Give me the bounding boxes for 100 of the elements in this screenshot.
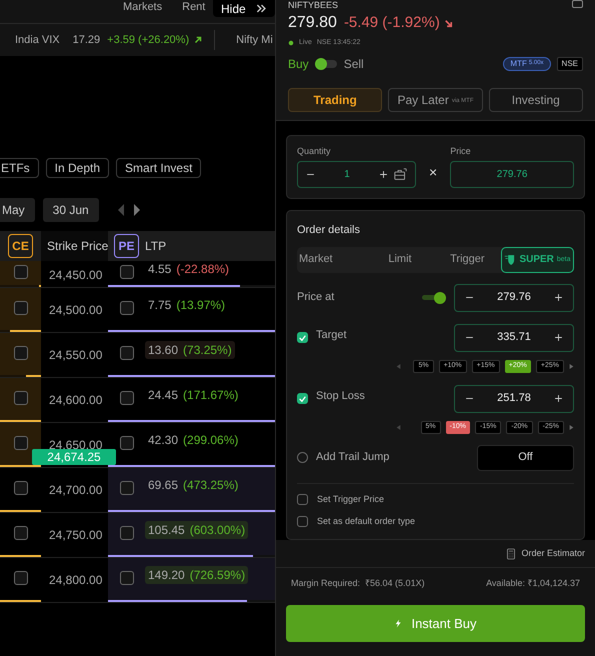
checkbox[interactable]	[14, 265, 28, 279]
ltp-value: 7.75	[148, 297, 172, 314]
multiply-sign: ×	[429, 163, 438, 182]
ltp-change: (473.25%)	[183, 477, 238, 494]
checkbox[interactable]	[14, 436, 28, 450]
left-arrow-icon	[396, 362, 401, 370]
nav-link[interactable]: Markets	[123, 1, 162, 14]
expiry-tab[interactable]: 30 Jun	[42, 198, 99, 222]
checkbox[interactable]	[120, 526, 134, 540]
available-balance: Available: ₹1,04,124.37	[486, 576, 580, 590]
instrument-price: 279.80	[288, 13, 337, 33]
option-label: Set as default order type	[317, 515, 416, 528]
left-arrow-icon	[116, 203, 125, 217]
ltp-change: (603.00%)	[190, 522, 246, 539]
right-arrow-icon	[132, 203, 141, 217]
field-label: Quantity	[297, 144, 332, 158]
ltp-value: 149.20	[148, 567, 185, 584]
ltp-value: 4.55	[148, 261, 172, 278]
filter-chip[interactable]: In Depth	[46, 158, 110, 178]
ltp-change: (73.25%)	[183, 342, 232, 359]
arrow-down-right-icon	[442, 18, 454, 28]
ltp-change: (171.67%)	[183, 387, 238, 404]
checkbox[interactable]	[120, 265, 134, 279]
plus-icon	[554, 333, 563, 342]
ltp-value: 13.60	[148, 342, 178, 359]
plus-icon	[554, 293, 563, 302]
exchange-badge: NSE	[556, 56, 583, 70]
calculator-icon	[506, 548, 516, 560]
trail-jump-field[interactable]: Off	[477, 444, 574, 470]
buy-label[interactable]: Buy	[288, 54, 309, 72]
sell-label[interactable]: Sell	[344, 54, 364, 72]
field-label: Add Trail Jump	[316, 450, 390, 466]
price-stepper[interactable]: 335.71	[454, 324, 574, 352]
checkbox[interactable]	[297, 516, 308, 528]
strike-price: 24,750.00	[49, 528, 102, 542]
ticker-value: 17.29	[72, 32, 100, 48]
checkbox[interactable]	[120, 481, 134, 495]
lightning-icon	[394, 617, 404, 630]
product-tab[interactable]: Trading	[288, 88, 382, 112]
strike-price: 24,450.00	[49, 268, 102, 282]
checkbox[interactable]	[14, 526, 28, 540]
strike-price: 24,600.00	[49, 393, 102, 407]
product-tab[interactable]: Investing	[488, 88, 583, 112]
filter-chip[interactable]: Smart Invest	[116, 158, 202, 178]
check-icon	[298, 394, 307, 404]
checkbox[interactable]	[14, 301, 28, 315]
field-label: Price at	[297, 290, 336, 306]
square-icon[interactable]	[572, 0, 583, 8]
order-type-tab[interactable]: Trigger	[434, 246, 501, 272]
checkbox[interactable]	[14, 346, 28, 360]
left-arrow-icon	[396, 424, 401, 430]
margin-required: Margin Required: ₹56.04 (5.01X)	[291, 576, 425, 590]
checkbox[interactable]	[297, 494, 308, 505]
strike-price: 24,650.00	[49, 438, 102, 452]
price-stepper[interactable]: 251.78	[454, 384, 574, 412]
hide-button[interactable]: Hide	[213, 0, 275, 17]
quantity-field[interactable]: 1	[297, 161, 416, 188]
price-field[interactable]: 279.76	[450, 161, 574, 188]
order-type-tab[interactable]: Market	[297, 246, 366, 272]
call-badge: CE	[8, 234, 33, 258]
strike-price: 24,550.00	[49, 348, 102, 362]
checkbox[interactable]	[14, 391, 28, 405]
estimator-link[interactable]: Order Estimator	[521, 546, 585, 560]
strike-price: 24,700.00	[49, 483, 102, 497]
live-dot-icon	[288, 40, 294, 46]
spot-price-marker: 24,674.25	[32, 449, 116, 465]
expiry-tab[interactable]: May	[0, 198, 35, 222]
checkbox[interactable]	[14, 481, 28, 495]
checkbox[interactable]	[297, 393, 308, 404]
ticker-name: Nifty Mi	[236, 32, 273, 48]
nav-link[interactable]: Rent	[182, 1, 206, 14]
plus-icon	[379, 170, 388, 179]
field-label: Price	[450, 144, 472, 158]
price-change: -5.49 (-1.92%)	[344, 12, 440, 33]
double-chevron-icon	[256, 3, 267, 14]
checkbox[interactable]	[120, 391, 134, 405]
ltp-value: 42.30	[148, 432, 178, 449]
buy-sell-toggle[interactable]	[314, 60, 337, 68]
checkbox[interactable]	[120, 436, 134, 450]
ltp-change: (299.06%)	[183, 432, 238, 449]
briefcase-icon	[394, 168, 407, 181]
checkbox[interactable]	[297, 452, 308, 463]
order-type-tab[interactable]: Limit	[366, 246, 434, 272]
ltp-change: (726.59%)	[190, 567, 246, 584]
column-header: Strike Price	[47, 238, 108, 255]
option-label: Set Trigger Price	[317, 492, 384, 506]
checkbox[interactable]	[120, 571, 134, 585]
strike-price: 24,500.00	[49, 303, 102, 317]
checkbox[interactable]	[297, 332, 308, 343]
right-arrow-icon	[569, 424, 574, 430]
ltp-change: (-22.88%)	[176, 261, 230, 278]
checkbox[interactable]	[14, 571, 28, 585]
checkbox[interactable]	[120, 346, 134, 360]
filter-chip[interactable]: ETFs	[0, 158, 39, 178]
ltp-value: 69.65	[148, 477, 178, 494]
checkbox[interactable]	[120, 301, 134, 315]
ltp-value: 24.45	[148, 387, 178, 404]
check-icon	[298, 332, 307, 342]
price-stepper[interactable]: 279.76	[454, 284, 574, 312]
column-header: LTP	[145, 238, 166, 255]
